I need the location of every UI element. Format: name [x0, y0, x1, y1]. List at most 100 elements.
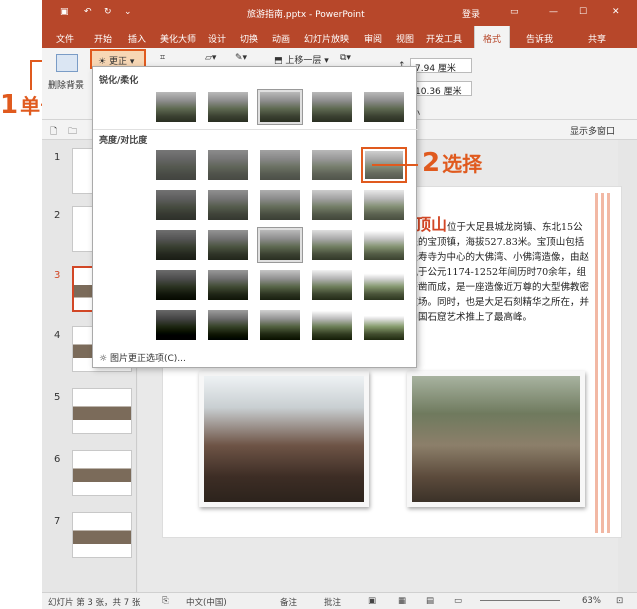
language[interactable]: 中文(中国) [186, 596, 227, 608]
picture-correction-options[interactable]: ☼ 图片更正选项(C)... [99, 351, 186, 364]
slideshow-view-icon[interactable]: ▭ [454, 596, 462, 606]
tab-file[interactable]: 文件 [56, 32, 74, 45]
preset-thumbnail [260, 230, 300, 260]
customize-icon[interactable]: ⌄ [124, 7, 132, 17]
correction-preset[interactable] [257, 147, 303, 183]
open-folder-icon[interactable]: 🗀 [68, 124, 77, 140]
ribbon-tabs: 文件 开始 插入 美化大师 设计 切换 动画 幻灯片放映 审阅 视图 开发工具 … [42, 26, 637, 48]
ribbon-options-icon[interactable]: ▭ [510, 7, 519, 17]
slide-thumbnail[interactable] [72, 450, 132, 496]
correction-preset[interactable] [153, 187, 199, 223]
correction-preset[interactable] [257, 227, 303, 263]
slide-text-box[interactable]: 宝顶山位于大足县城龙岗镇、东北15公里处的宝顶镇，海拔527.83米。宝顶山包括… [399, 217, 589, 367]
correction-preset[interactable] [309, 89, 355, 125]
tab-slideshow[interactable]: 幻灯片放映 [304, 32, 349, 45]
correction-preset[interactable] [361, 307, 407, 343]
step2-leader [372, 164, 418, 166]
preset-thumbnail [208, 150, 248, 180]
correction-preset[interactable] [257, 267, 303, 303]
tab-insert[interactable]: 插入 [128, 32, 146, 45]
preset-thumbnail [364, 190, 404, 220]
correction-preset[interactable] [205, 267, 251, 303]
correction-preset[interactable] [309, 267, 355, 303]
correction-preset[interactable] [153, 89, 199, 125]
slide-thumbnail[interactable] [72, 388, 132, 434]
thumb-number: 3 [54, 270, 61, 281]
height-input[interactable]: 7.94 厘米 [410, 58, 472, 74]
title-bar: ▣ ↶ ↻ ⌄ 旅游指南.pptx - PowerPoint 登录 ▭ — ☐ … [42, 0, 637, 26]
crop-frame-icon[interactable]: ⌗ [160, 53, 165, 63]
border-icon[interactable]: ✎▾ [235, 53, 247, 63]
correction-preset[interactable] [361, 187, 407, 223]
temple-photo[interactable] [199, 371, 369, 507]
tab-developer[interactable]: 开发工具 [426, 32, 462, 45]
status-bar: 幻灯片 第 3 张，共 7 张 ⎘ 中文(中国) 备注 批注 ▣ ▦ ▤ ▭ 6… [42, 592, 637, 609]
redo-icon[interactable]: ↻ [104, 7, 112, 17]
preset-thumbnail [312, 92, 352, 122]
step1-leader [30, 60, 32, 90]
tab-animations[interactable]: 动画 [272, 32, 290, 45]
slide-thumbnail[interactable] [72, 512, 132, 558]
correction-preset[interactable] [361, 89, 407, 125]
zoom-slider[interactable] [480, 600, 560, 601]
correction-preset[interactable] [309, 227, 355, 263]
correction-preset[interactable] [361, 267, 407, 303]
new-slide-icon[interactable]: 🗋 [50, 124, 57, 140]
spellcheck-icon[interactable]: ⎘ [162, 596, 169, 606]
tab-home[interactable]: 开始 [94, 32, 112, 45]
correction-preset[interactable] [257, 187, 303, 223]
correction-preset[interactable] [361, 227, 407, 263]
width-input[interactable]: 10.36 厘米 [410, 81, 472, 97]
preset-thumbnail [260, 150, 300, 180]
selected-carving-photo[interactable] [407, 371, 585, 507]
maximize-icon[interactable]: ☐ [579, 7, 587, 17]
preset-thumbnail [260, 92, 300, 122]
picture-style-icon[interactable]: ▱▾ [205, 53, 216, 63]
align-icon[interactable]: ⧉▾ [340, 53, 351, 63]
preset-thumbnail [208, 310, 248, 340]
correction-preset[interactable] [205, 89, 251, 125]
correction-preset[interactable] [257, 89, 303, 125]
tab-tell-me[interactable]: 告诉我 [526, 32, 553, 45]
show-pane-button[interactable]: 显示多窗口 [570, 124, 615, 137]
remove-background-button[interactable]: 删除背景 [48, 78, 84, 91]
correction-preset[interactable] [205, 187, 251, 223]
normal-view-icon[interactable]: ▣ [368, 596, 376, 606]
notes-button[interactable]: 备注 [280, 596, 297, 608]
preset-thumbnail [208, 190, 248, 220]
step1-number: 1 [0, 90, 19, 120]
fit-window-icon[interactable]: ⊡ [616, 596, 623, 606]
tab-view[interactable]: 视图 [396, 32, 414, 45]
save-icon[interactable]: ▣ [60, 7, 69, 17]
correction-preset[interactable] [257, 307, 303, 343]
tab-transitions[interactable]: 切换 [240, 32, 258, 45]
correction-preset[interactable] [153, 147, 199, 183]
tab-review[interactable]: 审阅 [364, 32, 382, 45]
remove-background-icon[interactable] [56, 54, 78, 72]
correction-preset[interactable] [153, 307, 199, 343]
login-link[interactable]: 登录 [462, 7, 480, 20]
correction-preset[interactable] [205, 227, 251, 263]
zoom-level[interactable]: 63% [582, 596, 601, 606]
thumb-number: 7 [54, 516, 61, 527]
undo-icon[interactable]: ↶ [84, 7, 92, 17]
tab-design[interactable]: 设计 [208, 32, 226, 45]
bring-forward-button[interactable]: ⬒ 上移一层 ▾ [274, 53, 329, 66]
correction-preset[interactable] [205, 147, 251, 183]
comments-button[interactable]: 批注 [324, 596, 341, 608]
tab-share[interactable]: 共享 [588, 32, 606, 45]
correction-preset[interactable] [309, 147, 355, 183]
correction-preset[interactable] [309, 307, 355, 343]
preset-thumbnail [260, 190, 300, 220]
tab-format[interactable]: 格式 [474, 26, 511, 48]
preset-thumbnail [156, 92, 196, 122]
correction-preset[interactable] [153, 267, 199, 303]
reading-view-icon[interactable]: ▤ [426, 596, 434, 606]
tab-beautify[interactable]: 美化大师 [160, 32, 196, 45]
correction-preset[interactable] [205, 307, 251, 343]
minimize-icon[interactable]: — [549, 7, 558, 17]
close-icon[interactable]: ✕ [612, 7, 620, 17]
correction-preset[interactable] [309, 187, 355, 223]
correction-preset[interactable] [153, 227, 199, 263]
sorter-view-icon[interactable]: ▦ [398, 596, 406, 606]
